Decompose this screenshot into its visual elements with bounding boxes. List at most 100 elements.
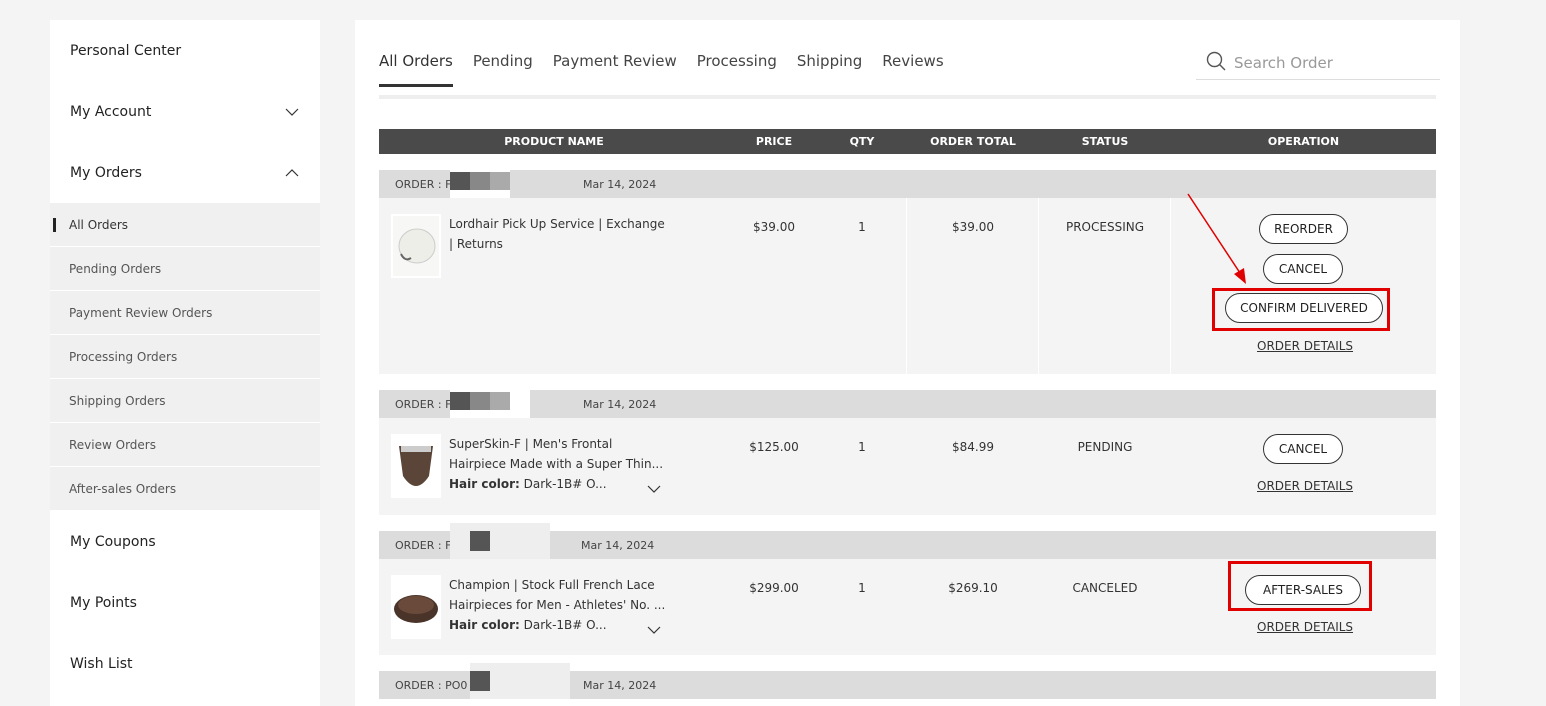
sidebar-item-payment-review-orders[interactable]: Payment Review Orders <box>50 291 320 335</box>
product-thumbnail[interactable] <box>391 214 441 278</box>
sidebar-my-coupons-label: My Coupons <box>70 533 156 550</box>
sidebar-item-review-orders[interactable]: Review Orders <box>50 423 320 467</box>
redaction-mask <box>490 392 510 410</box>
status-value: PROCESSING <box>1065 220 1145 234</box>
attribute-value: Dark-1B# O... <box>523 618 607 632</box>
tab-reviews[interactable]: Reviews <box>882 52 943 87</box>
tab-shipping[interactable]: Shipping <box>797 52 862 87</box>
tab-payment-review[interactable]: Payment Review <box>553 52 677 87</box>
hair-color-attribute: Hair color: Dark-1B# O... <box>449 477 607 491</box>
redaction-mask <box>470 531 490 551</box>
order-row: Lordhair Pick Up Service | Exchange | Re… <box>379 198 1436 374</box>
chevron-down-icon[interactable] <box>647 478 661 497</box>
order-row: SuperSkin-F | Men's Frontal Hairpiece Ma… <box>379 418 1436 515</box>
sidebar-item-all-orders[interactable]: All Orders <box>50 203 320 247</box>
qty-value: 1 <box>858 220 866 234</box>
header-order-total: ORDER TOTAL <box>930 135 1016 148</box>
product-name[interactable]: SuperSkin-F | Men's Frontal Hairpiece Ma… <box>449 434 669 494</box>
order-details-link[interactable]: ORDER DETAILS <box>1257 620 1353 634</box>
order-date: Mar 14, 2024 <box>583 178 657 191</box>
order-total-value: $39.00 <box>952 220 994 234</box>
cancel-button[interactable]: CANCEL <box>1263 254 1343 284</box>
chevron-down-icon[interactable] <box>647 619 661 638</box>
sidebar-personal-center[interactable]: Personal Center <box>50 20 320 81</box>
order-block: ORDER : F Mar 14, 2024 SuperSkin-F | Men… <box>379 382 1436 515</box>
price-value: $299.00 <box>749 581 799 595</box>
order-total-value: $84.99 <box>952 440 994 454</box>
product-name-text[interactable]: SuperSkin-F | Men's Frontal Hairpiece Ma… <box>449 434 669 474</box>
sidebar: Personal Center My Account My Orders All… <box>50 20 320 706</box>
product-name[interactable]: Lordhair Pick Up Service | Exchange | Re… <box>449 214 669 254</box>
table-header: PRODUCT NAME PRICE QTY ORDER TOTAL STATU… <box>379 129 1436 154</box>
sidebar-my-orders-label: My Orders <box>70 164 142 181</box>
attribute-label: Hair color: <box>449 618 520 632</box>
product-name-text[interactable]: Lordhair Pick Up Service | Exchange | Re… <box>449 214 669 254</box>
sidebar-my-points[interactable]: My Points <box>50 572 320 633</box>
attribute-label: Hair color: <box>449 477 520 491</box>
price-value: $125.00 <box>749 440 799 454</box>
orders-panel: All Orders Pending Payment Review Proces… <box>355 20 1460 706</box>
tabs-divider <box>379 95 1436 99</box>
header-status: STATUS <box>1081 135 1129 148</box>
search-input[interactable] <box>1234 53 1434 72</box>
sidebar-wish-list[interactable]: Wish List <box>50 633 320 694</box>
tab-processing[interactable]: Processing <box>697 52 777 87</box>
order-bar: ORDER : F Mar 14, 2024 <box>379 523 1436 559</box>
tab-pending[interactable]: Pending <box>473 52 533 87</box>
status-value: PENDING <box>1077 440 1133 454</box>
order-number: ORDER : F <box>395 398 452 411</box>
order-details-link[interactable]: ORDER DETAILS <box>1257 339 1353 353</box>
order-tabs: All Orders Pending Payment Review Proces… <box>379 52 944 87</box>
product-name[interactable]: Champion | Stock Full French Lace Hairpi… <box>449 575 669 635</box>
redaction-mask <box>490 172 510 190</box>
order-row: Champion | Stock Full French Lace Hairpi… <box>379 559 1436 655</box>
sidebar-my-coupons[interactable]: My Coupons <box>50 511 320 572</box>
hair-color-attribute: Hair color: Dark-1B# O... <box>449 618 607 632</box>
order-bar: ORDER : F Mar 14, 2024 <box>379 162 1436 198</box>
order-details-link[interactable]: ORDER DETAILS <box>1257 479 1353 493</box>
header-product-name: PRODUCT NAME <box>504 135 604 148</box>
search-box[interactable] <box>1196 46 1440 80</box>
order-date: Mar 14, 2024 <box>581 539 655 552</box>
annotation-arrow-icon <box>1187 193 1246 284</box>
order-date: Mar 14, 2024 <box>583 398 657 411</box>
sidebar-item-after-sales-orders[interactable]: After-sales Orders <box>50 467 320 511</box>
order-block: ORDER : F Mar 14, 2024 Champion | Stock … <box>379 523 1436 655</box>
search-icon[interactable] <box>1206 51 1226 75</box>
cancel-button[interactable]: CANCEL <box>1263 434 1343 464</box>
sidebar-item-pending-orders[interactable]: Pending Orders <box>50 247 320 291</box>
redaction-mask <box>450 523 550 559</box>
product-thumbnail[interactable] <box>391 434 441 498</box>
chevron-up-icon <box>284 165 300 181</box>
order-bar: ORDER : PO0 Mar 14, 2024 <box>379 663 1436 699</box>
status-value: CANCELED <box>1072 581 1138 595</box>
order-bar: ORDER : F Mar 14, 2024 <box>379 382 1436 418</box>
qty-value: 1 <box>858 440 866 454</box>
price-value: $39.00 <box>753 220 795 234</box>
product-thumbnail[interactable] <box>391 575 441 639</box>
tab-all-orders[interactable]: All Orders <box>379 52 453 87</box>
header-qty: QTY <box>849 135 875 148</box>
sidebar-item-processing-orders[interactable]: Processing Orders <box>50 335 320 379</box>
order-number: ORDER : PO0 <box>395 679 468 692</box>
product-name-text[interactable]: Champion | Stock Full French Lace Hairpi… <box>449 575 669 615</box>
redaction-mask <box>470 671 490 691</box>
sidebar-my-orders[interactable]: My Orders <box>50 142 320 203</box>
redaction-mask <box>450 392 470 410</box>
qty-value: 1 <box>858 581 866 595</box>
header-price: PRICE <box>755 135 793 148</box>
sidebar-my-account[interactable]: My Account <box>50 81 320 142</box>
order-block: ORDER : PO0 Mar 14, 2024 <box>379 663 1436 699</box>
reorder-button[interactable]: REORDER <box>1259 214 1348 244</box>
attribute-value: Dark-1B# O... <box>523 477 607 491</box>
order-number: ORDER : F <box>395 178 452 191</box>
highlight-box <box>1228 561 1372 611</box>
orders-submenu: All Orders Pending Orders Payment Review… <box>50 203 320 511</box>
redaction-mask <box>470 392 490 410</box>
redaction-mask <box>470 172 490 190</box>
sidebar-wish-list-label: Wish List <box>70 655 133 672</box>
order-number: ORDER : F <box>395 539 452 552</box>
redaction-mask <box>450 172 470 190</box>
order-date: Mar 14, 2024 <box>583 679 657 692</box>
sidebar-item-shipping-orders[interactable]: Shipping Orders <box>50 379 320 423</box>
